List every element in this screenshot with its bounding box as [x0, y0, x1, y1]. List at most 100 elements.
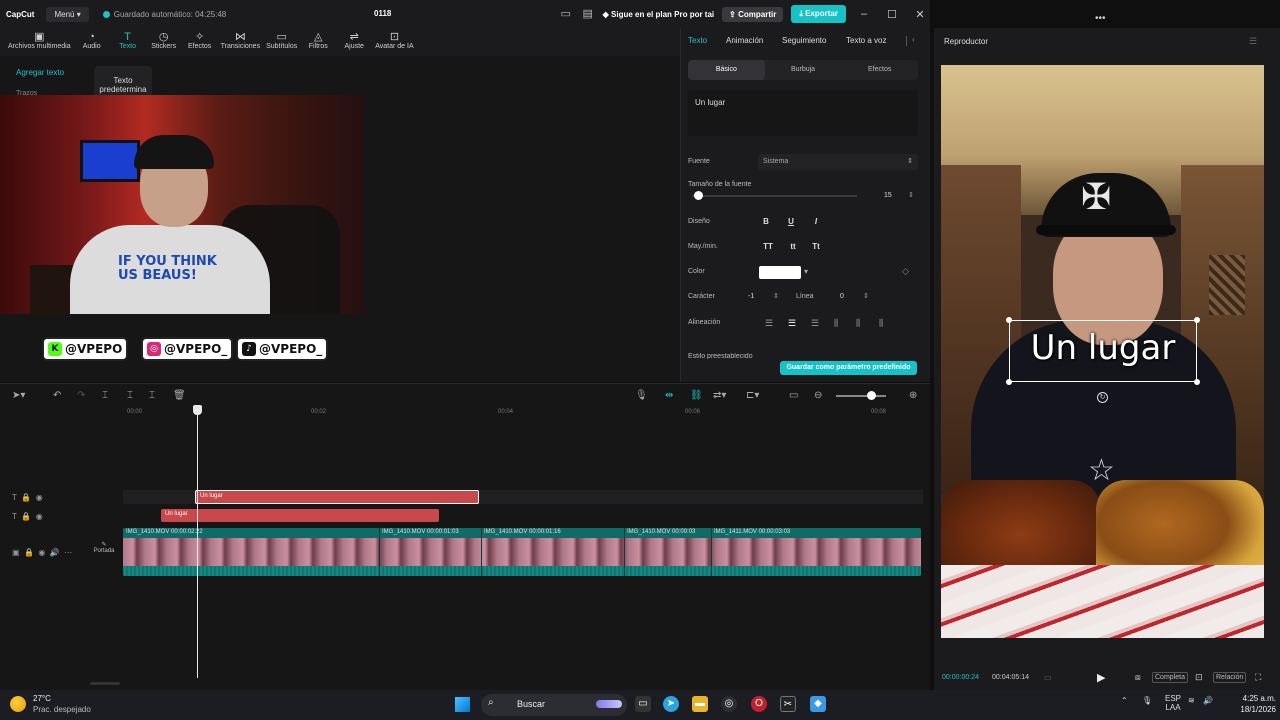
close-icon[interactable]: ✕ — [910, 8, 930, 21]
align-right-icon[interactable]: ☰ — [811, 318, 819, 329]
tab-text-to-speech[interactable]: Texto a voz — [846, 36, 886, 45]
player-menu-icon[interactable]: ☰ — [1249, 36, 1257, 47]
align-bottom-icon[interactable]: ⫼ — [879, 318, 883, 329]
chrome-icon[interactable]: ◎ — [721, 696, 737, 712]
tabs-more-icon[interactable]: ‹ — [912, 35, 915, 44]
align-center-icon[interactable]: ☰ — [788, 318, 796, 329]
snap-icon[interactable]: ⇹ — [665, 390, 673, 401]
font-size-slider-knob[interactable] — [693, 191, 703, 200]
cover-button[interactable]: ✎ Portada — [92, 541, 116, 563]
resize-handle[interactable] — [1006, 379, 1012, 385]
taskbar-clock[interactable]: 4:25 a.m. 18/1/2026 — [1226, 693, 1276, 715]
export-button[interactable]: ⤓ Exportar — [791, 5, 846, 23]
timecode-toggle-icon[interactable]: ▭ — [1044, 673, 1052, 682]
tool-stickers[interactable]: ◷ Stickers — [149, 28, 179, 56]
titlecase-button[interactable]: Tt — [808, 242, 824, 251]
tool-subtitles[interactable]: ▭ Subtítulos — [266, 28, 297, 56]
caption-selection-box[interactable] — [1009, 320, 1197, 382]
tool-ai-avatar[interactable]: ⊡ Avatar de IA — [375, 28, 413, 56]
resize-handle[interactable] — [1194, 317, 1200, 323]
character-spacing-value[interactable]: -1 — [748, 293, 754, 300]
browser-icon[interactable]: ◆ — [810, 696, 826, 712]
uppercase-button[interactable]: TT — [760, 242, 776, 251]
tab-text[interactable]: Texto — [688, 36, 707, 45]
default-text-card[interactable]: Texto predetermina — [94, 66, 152, 98]
tool-effects[interactable]: ✧ Efectos — [185, 28, 215, 56]
subtab-basic[interactable]: Básico — [688, 60, 765, 80]
layout-icon[interactable]: ▭ — [559, 7, 573, 21]
telegram-icon[interactable]: ➤ — [663, 696, 679, 712]
keyframe-icon[interactable]: ◇ — [902, 266, 909, 277]
underline-button[interactable]: U — [783, 217, 799, 226]
opera-icon[interactable]: O — [751, 696, 767, 712]
rotate-icon[interactable]: ↻ — [1097, 392, 1108, 403]
menu-button[interactable]: Menú ▾ — [46, 6, 89, 22]
align-top-icon[interactable]: ⫼ — [834, 318, 838, 329]
text-content-input[interactable]: Un lugar — [688, 90, 918, 136]
tab-tracking[interactable]: Seguimiento — [782, 36, 826, 45]
align-middle-icon[interactable]: ⫼ — [856, 318, 860, 329]
preview-axis-icon[interactable]: ⇄▾ — [713, 390, 726, 401]
lowercase-button[interactable]: tt — [785, 242, 801, 251]
weather-icon[interactable] — [10, 696, 26, 712]
line-spacing-value[interactable]: 0 — [840, 293, 844, 300]
timeline-scrollbar[interactable] — [90, 682, 120, 685]
wifi-icon[interactable]: ≋ — [1188, 696, 1195, 705]
language-indicator[interactable]: ESP LAA — [1165, 694, 1181, 712]
weather-temp[interactable]: 27°C — [33, 694, 51, 703]
subtab-bubble[interactable]: Burbuja — [765, 60, 842, 80]
text-clip[interactable]: Un lugar — [161, 509, 439, 522]
record-audio-icon[interactable]: 🎙 — [635, 390, 648, 401]
full-quality-button[interactable]: Completa — [1152, 672, 1188, 683]
caption-icon[interactable]: ▭ — [789, 390, 798, 401]
add-text-button[interactable]: Agregar texto — [16, 68, 64, 77]
capcut-icon[interactable]: ✂ — [780, 696, 796, 712]
line-stepper-icon[interactable]: ⇕ — [863, 292, 869, 300]
maximize-icon[interactable]: ☐ — [882, 8, 902, 21]
font-size-slider[interactable] — [692, 195, 857, 197]
tool-filters[interactable]: ◬ Filtros — [303, 28, 333, 56]
fullscreen-icon[interactable]: ⛶ — [1255, 672, 1261, 683]
tool-audio[interactable]: ◔ Audio — [77, 28, 107, 56]
snapshot-icon[interactable]: ⊡ — [1195, 672, 1203, 683]
split-left-icon[interactable]: ⌶ — [127, 390, 133, 401]
subtab-effects[interactable]: Efectos — [841, 60, 918, 80]
tool-transitions[interactable]: ⋈ Transiciones — [221, 28, 260, 56]
tab-animation[interactable]: Animación — [726, 36, 763, 45]
mic-icon[interactable]: 🎙 — [1142, 696, 1152, 705]
resize-handle[interactable] — [1006, 317, 1012, 323]
zoom-slider-knob[interactable] — [867, 391, 876, 400]
task-view-icon[interactable]: ▭ — [635, 696, 651, 712]
volume-icon[interactable]: 🔊 — [1203, 696, 1213, 705]
trim-icon[interactable]: ⊏▾ — [746, 390, 759, 401]
tool-media[interactable]: ▣ Archivos multimedia — [8, 28, 71, 56]
select-tool-icon[interactable]: ➤▾ — [12, 390, 25, 401]
minimize-icon[interactable]: – — [854, 8, 874, 20]
color-dropdown-icon[interactable]: ▾ — [804, 267, 808, 276]
text-color-swatch[interactable] — [759, 266, 801, 279]
save-preset-button[interactable]: Guardar como parámetro predefinido — [780, 361, 917, 375]
zoom-in-icon[interactable]: ⊕ — [909, 390, 917, 401]
tool-adjust[interactable]: ⇌ Ajuste — [339, 28, 369, 56]
bold-button[interactable]: B — [758, 217, 774, 226]
link-icon[interactable]: ⛓ — [690, 390, 703, 401]
share-button[interactable]: ⇪ Compartir — [722, 6, 784, 22]
align-left-icon[interactable]: ☰ — [765, 318, 773, 329]
monitor-icon[interactable]: ▤ — [581, 7, 595, 21]
split-right-icon[interactable]: ⌶ — [149, 390, 155, 401]
playhead[interactable] — [197, 410, 198, 678]
font-select[interactable]: Sistema ⇕ — [758, 154, 918, 170]
weather-summary[interactable]: Prac. despejado — [33, 705, 91, 714]
redo-icon[interactable]: ↷ — [77, 390, 85, 401]
character-stepper-icon[interactable]: ⇕ — [773, 292, 779, 300]
tray-chevron-icon[interactable]: ⌃ — [1121, 696, 1128, 705]
play-icon[interactable]: ▶ — [1097, 671, 1105, 684]
zoom-out-icon[interactable]: ⊖ — [814, 390, 822, 401]
split-icon[interactable]: ⌶ — [102, 390, 108, 401]
playhead-handle[interactable] — [193, 405, 202, 415]
pro-plan-link[interactable]: ◆ Sigue en el plan Pro por tai — [603, 10, 715, 19]
start-icon[interactable] — [455, 697, 470, 712]
text-clip-selected[interactable]: Un lugar — [195, 490, 479, 504]
crop-icon[interactable]: ⧈ — [1135, 672, 1141, 683]
video-track[interactable] — [123, 528, 921, 576]
